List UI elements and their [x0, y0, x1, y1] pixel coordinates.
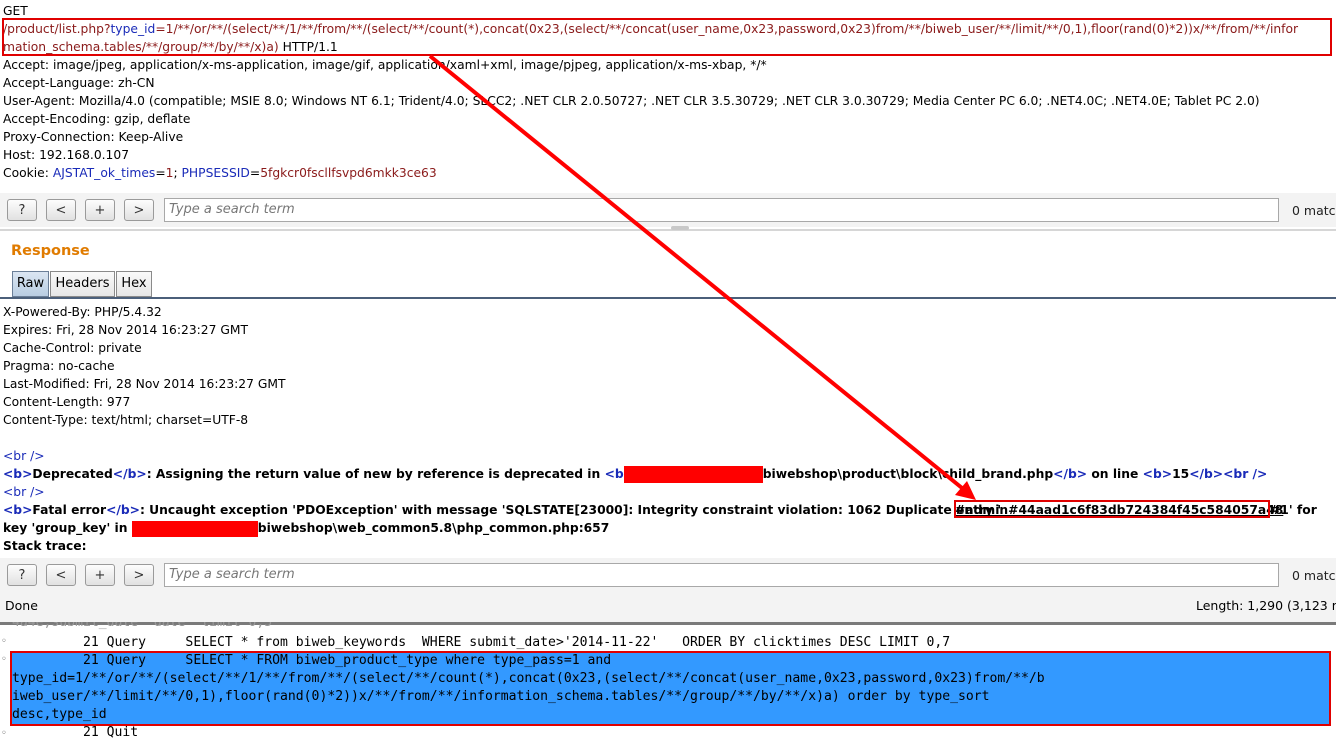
annotation-arrow	[428, 54, 976, 500]
arrow-shaft	[428, 54, 964, 490]
